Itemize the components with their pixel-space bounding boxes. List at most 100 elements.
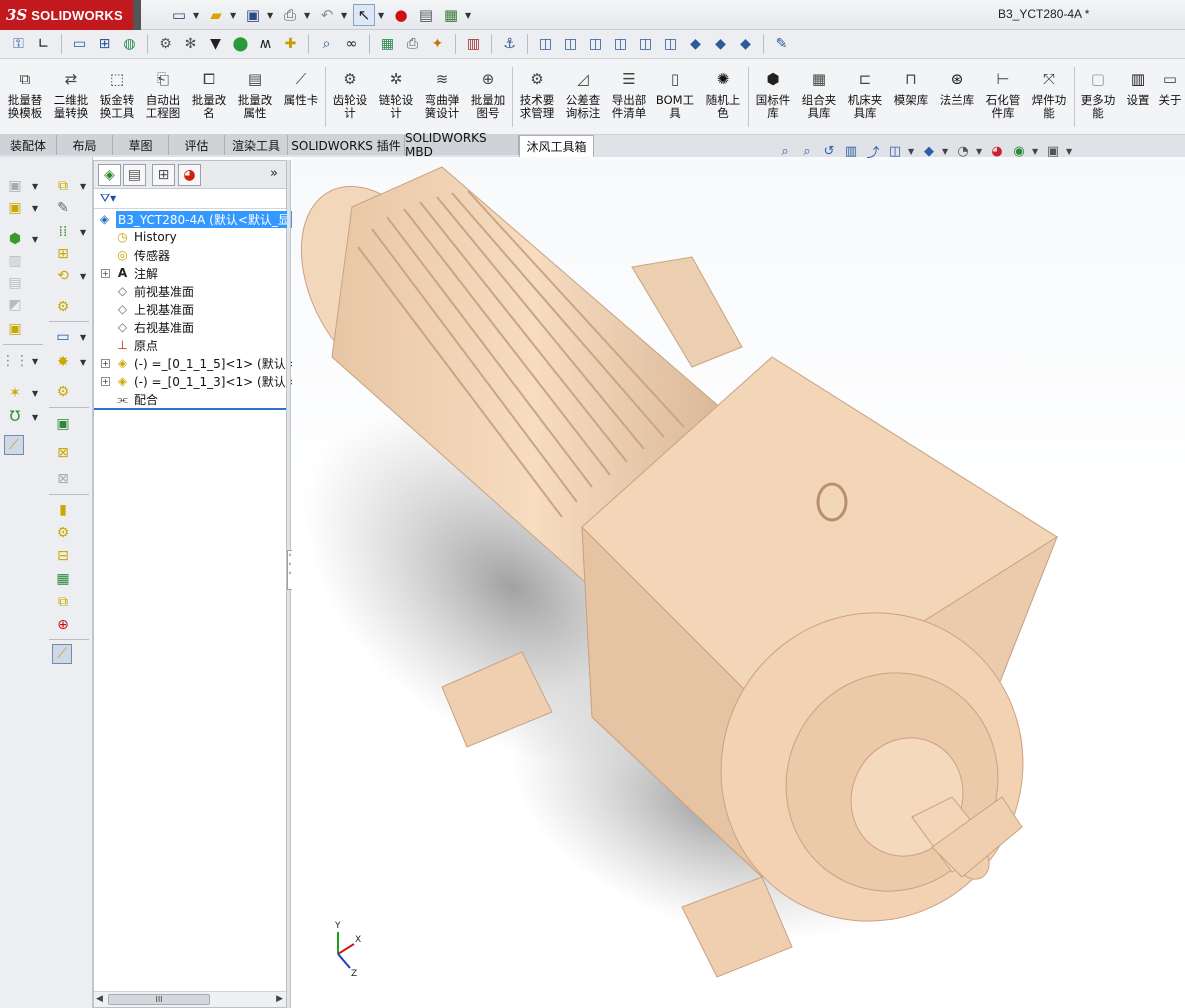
tab-render-tools[interactable]: 渲染工具 <box>225 135 288 155</box>
select-pointer-icon[interactable]: ↖ <box>353 4 375 26</box>
chevron-down-icon[interactable]: ▼ <box>80 228 86 237</box>
modular-fixture-library-button[interactable]: ▦ 组合夹 具库 <box>798 69 840 131</box>
tree-item-top-plane[interactable]: ◇ 上视基准面 <box>114 300 194 318</box>
tolerance-query-button[interactable]: ◿ 公差查 询标注 <box>563 69 603 131</box>
chevron-down-icon[interactable]: ▼ <box>267 11 276 20</box>
edit-appearance-icon[interactable]: ◕ <box>988 142 1006 160</box>
display-style-icon[interactable]: ◆ <box>920 142 938 160</box>
anchor-icon[interactable]: ⚓ <box>499 34 520 55</box>
filter-icon[interactable]: ⛛▾ <box>100 191 116 206</box>
sheetmetal-convert-button[interactable]: ⬚ 钣金转 换工具 <box>97 69 137 131</box>
feature-tree-tab-icon[interactable]: ◈ <box>98 164 121 186</box>
solidworks-logo[interactable]: 3S SOLIDWORKS <box>0 0 133 30</box>
more-functions-button[interactable]: ▢ 更多功 能 <box>1078 69 1118 131</box>
view-orientation-icon[interactable]: ◫ <box>886 142 904 160</box>
explode-line-icon[interactable]: ✸ <box>53 352 73 372</box>
tab-sketch[interactable]: 草图 <box>113 135 169 155</box>
machine-fixture-library-button[interactable]: ⊏ 机床夹 具库 <box>844 69 886 131</box>
rollback-bar[interactable] <box>94 408 286 410</box>
mate-icon[interactable]: ⧉ <box>53 176 73 196</box>
spring-icon[interactable]: ʍ <box>255 34 276 55</box>
tree-item-history[interactable]: ◷ History <box>114 228 176 246</box>
spring-design-button[interactable]: ≋ 弯曲弹 簧设计 <box>422 69 462 131</box>
globe-icon[interactable]: ◍ <box>119 34 140 55</box>
tree-item-mates[interactable]: ⫘ 配合 <box>114 390 158 408</box>
reference-geometry-icon[interactable]: ✶ <box>5 383 25 403</box>
chevron-down-icon[interactable]: ▼ <box>80 333 86 342</box>
zoom-to-fit-icon[interactable]: ⌕ <box>776 142 794 160</box>
gear-part-icon[interactable]: ⚙ <box>53 297 73 317</box>
section-view-icon[interactable]: ▥ <box>842 142 860 160</box>
scroll-thumb[interactable]: III <box>108 994 210 1005</box>
pen-measure-icon[interactable]: ✎ <box>771 34 792 55</box>
chevron-down-icon[interactable]: ▼ <box>304 11 313 20</box>
batch-replace-template-button[interactable]: ⧉ 批量替 换模板 <box>5 69 45 131</box>
hole-align-icon[interactable]: ▮ <box>53 500 73 520</box>
mold-base-library-button[interactable]: ⊓ 模架库 <box>890 69 932 131</box>
standard-parts-library-button[interactable]: ⬢ 国标件 库 <box>752 69 794 131</box>
options-icon[interactable]: ▦ <box>440 4 462 26</box>
linear-pattern-icon[interactable]: ⁞⁞ <box>53 222 73 242</box>
about-button[interactable]: ▭ 关于 <box>1156 69 1184 131</box>
tab-mufeng-toolbox[interactable]: 沐风工具箱 <box>519 135 594 157</box>
tab-solidworks-mbd[interactable]: SOLIDWORKS MBD <box>405 131 519 159</box>
chevron-down-icon[interactable]: ▼ <box>32 357 38 366</box>
hide-show-items-icon[interactable]: ◔ <box>954 142 972 160</box>
sprocket-design-button[interactable]: ✲ 链轮设 计 <box>376 69 416 131</box>
copy-with-mates-icon[interactable]: ⧉ <box>53 592 73 612</box>
chevron-down-icon[interactable]: ▼ <box>976 147 984 156</box>
configuration-manager-tab-icon[interactable]: ⊞ <box>152 164 175 186</box>
pattern-icon[interactable]: ⋮⋮ <box>1 351 29 371</box>
cube-view-1-icon[interactable]: ◫ <box>535 34 556 55</box>
cross-move-icon[interactable]: ✚ <box>280 34 301 55</box>
rebuild-traffic-light-icon[interactable]: ● <box>390 4 412 26</box>
print-icon[interactable]: ⎙ <box>279 4 301 26</box>
assembly-visualization-icon[interactable]: ⚙ <box>53 523 73 543</box>
cube-view-6-icon[interactable]: ◫ <box>660 34 681 55</box>
cube-view-4-icon[interactable]: ◫ <box>610 34 631 55</box>
tree-item-right-plane[interactable]: ◇ 右视基准面 <box>114 318 194 336</box>
pipe-fitting-library-button[interactable]: ⊢ 石化管 件库 <box>982 69 1024 131</box>
monitor-icon[interactable]: ▭ <box>69 34 90 55</box>
chevron-down-icon[interactable]: ▼ <box>465 11 474 20</box>
display-manager-tab-icon[interactable]: ◕ <box>178 164 201 186</box>
batch-rename-button[interactable]: ⧠ 批量改 名 <box>189 69 229 131</box>
new-part-icon[interactable]: ⊕ <box>53 615 73 635</box>
curve-icon[interactable]: Ʊ <box>5 407 25 427</box>
quick-snaps-icon[interactable]: ⟋ <box>52 644 72 664</box>
chevron-down-icon[interactable]: ▼ <box>1032 147 1040 156</box>
network-icon[interactable]: ⊞ <box>94 34 115 55</box>
chevron-down-icon[interactable]: ▼ <box>942 147 950 156</box>
chevron-down-icon[interactable]: ▼ <box>193 11 202 20</box>
expand-toggle[interactable]: + <box>101 269 110 278</box>
weldment-button[interactable]: ⤧ 焊件功 能 <box>1028 69 1070 131</box>
cube-solid-2-icon[interactable]: ◆ <box>710 34 731 55</box>
chevron-down-icon[interactable]: ▼ <box>230 11 239 20</box>
display-states-icon[interactable]: ▣ <box>53 414 73 434</box>
chevron-down-icon[interactable]: ▼ <box>32 204 38 213</box>
scroll-right-icon[interactable]: ▶ <box>276 994 283 1004</box>
chevron-down-icon[interactable]: ▼ <box>32 389 38 398</box>
cube-solid-1-icon[interactable]: ◆ <box>685 34 706 55</box>
tab-evaluate[interactable]: 评估 <box>169 135 225 155</box>
new-document-icon[interactable]: ▭ <box>168 4 190 26</box>
tech-requirements-button[interactable]: ⚙ 技术要 求管理 <box>517 69 557 131</box>
smart-fastener-icon[interactable]: ⬢ <box>5 229 25 249</box>
chevron-down-icon[interactable]: ▼ <box>80 272 86 281</box>
clearance-icon[interactable]: ⊠ <box>53 469 73 489</box>
chevron-down-icon[interactable]: ▼ <box>80 182 86 191</box>
zoom-to-area-icon[interactable]: ⌕ <box>798 142 816 160</box>
pdf-export-icon[interactable]: ▭ <box>53 327 73 347</box>
gear-icon[interactable]: ⚙ <box>155 34 176 55</box>
scroll-left-icon[interactable]: ◀ <box>96 994 103 1004</box>
smart-mates-icon[interactable]: ⊞ <box>53 244 73 264</box>
chevron-down-icon[interactable]: ▼ <box>80 358 86 367</box>
cube-solid-3-icon[interactable]: ◆ <box>735 34 756 55</box>
funnel-icon[interactable]: ▼ <box>205 34 226 55</box>
more-tabs-icon[interactable]: » <box>270 166 278 181</box>
paperclip-icon[interactable]: ✎ <box>53 198 73 218</box>
save-icon[interactable]: ▣ <box>242 4 264 26</box>
tab-layout[interactable]: 布局 <box>57 135 113 155</box>
instant3d-icon[interactable]: ⟋ <box>4 435 24 455</box>
assembly-feature-icon[interactable]: ▣ <box>5 198 25 218</box>
